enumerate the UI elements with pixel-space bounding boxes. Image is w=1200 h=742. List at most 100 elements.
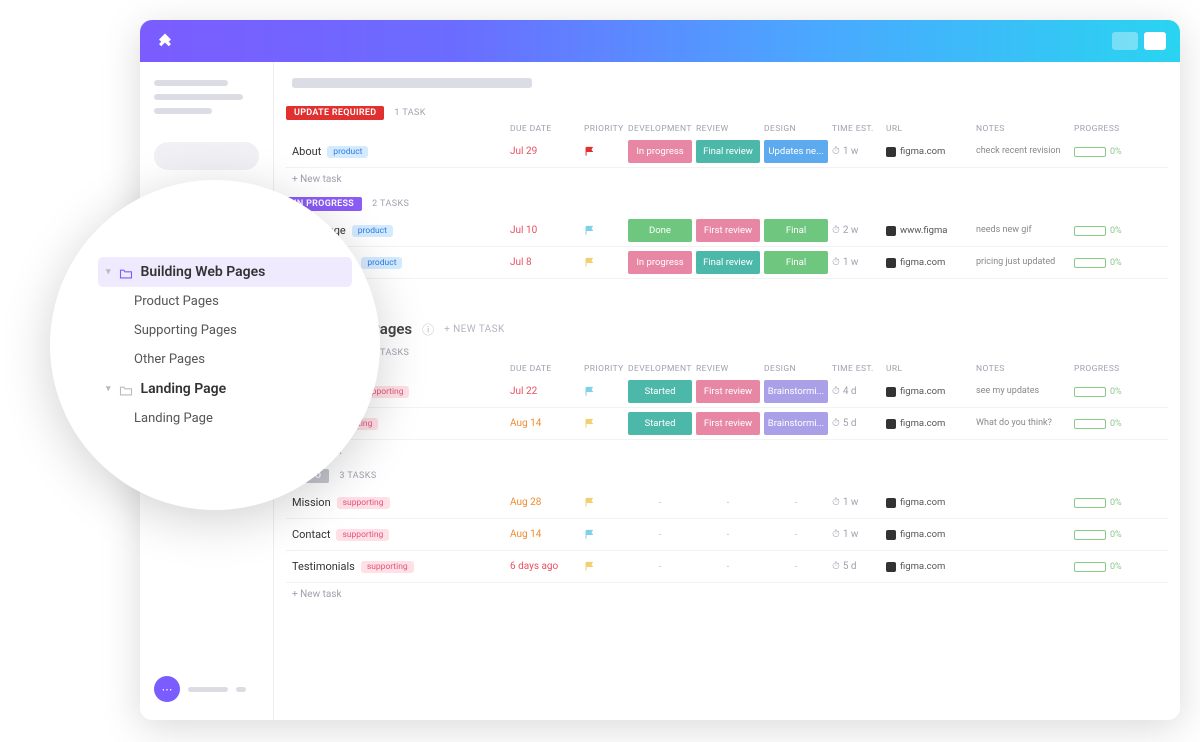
priority-flag-icon[interactable] (584, 257, 624, 268)
titlebar-control-2[interactable] (1144, 32, 1166, 50)
time-estimate[interactable]: ⏱1 w (832, 257, 882, 268)
sidebar-item[interactable]: Other Pages (98, 345, 352, 374)
design-stage[interactable]: Updates ne... (764, 140, 828, 163)
due-date[interactable]: Jul 10 (510, 225, 580, 236)
design-stage[interactable]: Final (764, 219, 828, 242)
design-stage[interactable]: - (764, 491, 828, 514)
url-cell[interactable]: figma.com (886, 561, 972, 572)
review-stage[interactable]: First review (696, 380, 760, 403)
design-stage[interactable]: Final (764, 251, 828, 274)
design-stage[interactable]: - (764, 555, 828, 578)
priority-flag-icon[interactable] (584, 529, 624, 540)
task-tag[interactable]: supporting (337, 497, 390, 509)
notes-cell[interactable]: What do you think? (976, 418, 1070, 429)
progress-cell[interactable]: 0% (1074, 562, 1124, 572)
progress-cell[interactable]: 0% (1074, 419, 1124, 429)
sidebar-item[interactable]: Product Pages (98, 287, 352, 316)
task-tag[interactable]: supporting (336, 529, 389, 541)
task-tag[interactable]: supporting (361, 561, 414, 573)
development-stage[interactable]: - (628, 491, 692, 514)
task-tag[interactable]: product (327, 146, 368, 158)
task-row[interactable]: Aboutproduct Jul 29 In progress Final re… (286, 136, 1168, 168)
progress-cell[interactable]: 0% (1074, 258, 1124, 268)
priority-flag-icon[interactable] (584, 225, 624, 236)
review-stage[interactable]: - (696, 491, 760, 514)
new-task-link[interactable]: + New task (286, 279, 1168, 302)
development-stage[interactable]: In progress (628, 140, 692, 163)
time-estimate[interactable]: ⏱1 w (832, 529, 882, 540)
status-pill[interactable]: UPDATE REQUIRED (286, 106, 384, 120)
development-stage[interactable]: - (628, 523, 692, 546)
due-date[interactable]: Aug 14 (510, 529, 580, 540)
new-task-link[interactable]: + New task (286, 168, 1168, 191)
review-stage[interactable]: - (696, 523, 760, 546)
development-stage[interactable]: - (628, 555, 692, 578)
url-cell[interactable]: figma.com (886, 146, 972, 157)
development-stage[interactable]: Done (628, 219, 692, 242)
task-tag[interactable]: product (352, 225, 393, 237)
url-cell[interactable]: figma.com (886, 497, 972, 508)
sidebar-folder[interactable]: ▾Landing Page (98, 374, 352, 404)
task-row[interactable]: Homepageproduct Jul 10 Done First review… (286, 215, 1168, 247)
url-cell[interactable]: www.figma (886, 225, 972, 236)
review-stage[interactable]: Final review (696, 251, 760, 274)
design-stage[interactable]: Brainstormi... (764, 380, 828, 403)
due-date[interactable]: Jul 22 (510, 386, 580, 397)
url-cell[interactable]: figma.com (886, 386, 972, 397)
chat-icon[interactable]: ⋯ (154, 676, 180, 702)
notes-cell[interactable]: see my updates (976, 386, 1070, 397)
design-stage[interactable]: Brainstormi... (764, 412, 828, 435)
progress-cell[interactable]: 0% (1074, 530, 1124, 540)
progress-cell[interactable]: 0% (1074, 387, 1124, 397)
new-task-link[interactable]: + New task (286, 440, 1168, 463)
progress-cell[interactable]: 0% (1074, 226, 1124, 236)
new-task-button[interactable]: + NEW TASK (444, 324, 504, 335)
due-date[interactable]: Aug 14 (510, 418, 580, 429)
due-date[interactable]: Aug 28 (510, 497, 580, 508)
sidebar-item[interactable]: Landing Page (98, 404, 352, 433)
progress-cell[interactable]: 0% (1074, 147, 1124, 157)
time-estimate[interactable]: ⏱4 d (832, 386, 882, 397)
url-cell[interactable]: figma.com (886, 418, 972, 429)
review-stage[interactable]: First review (696, 219, 760, 242)
task-tag[interactable]: product (361, 257, 402, 269)
task-row[interactable]: Core Valuessupporting Jul 22 Started Fir… (286, 376, 1168, 408)
review-stage[interactable]: Final review (696, 140, 760, 163)
priority-flag-icon[interactable] (584, 418, 624, 429)
task-row[interactable]: Teamsupporting Aug 14 Started First revi… (286, 408, 1168, 440)
progress-cell[interactable]: 0% (1074, 498, 1124, 508)
review-stage[interactable]: - (696, 555, 760, 578)
notes-cell[interactable]: check recent revision (976, 146, 1070, 157)
url-cell[interactable]: figma.com (886, 257, 972, 268)
development-stage[interactable]: Started (628, 412, 692, 435)
time-estimate[interactable]: ⏱5 d (832, 561, 882, 572)
info-icon[interactable]: ⓘ (422, 321, 434, 338)
notes-cell[interactable]: pricing just updated (976, 257, 1070, 268)
due-date[interactable]: Jul 29 (510, 146, 580, 157)
sidebar-folder[interactable]: ▾Building Web Pages (98, 257, 352, 287)
time-estimate[interactable]: ⏱5 d (832, 418, 882, 429)
task-row[interactable]: Testimonialssupporting 6 days ago - - - … (286, 551, 1168, 583)
priority-flag-icon[interactable] (584, 146, 624, 157)
due-date[interactable]: 6 days ago (510, 561, 580, 572)
development-stage[interactable]: In progress (628, 251, 692, 274)
development-stage[interactable]: Started (628, 380, 692, 403)
task-row[interactable]: Missionsupporting Aug 28 - - - ⏱1 w figm… (286, 487, 1168, 519)
search-input[interactable] (154, 142, 259, 170)
time-estimate[interactable]: ⏱1 w (832, 497, 882, 508)
new-task-link[interactable]: + New task (286, 583, 1168, 606)
due-date[interactable]: Jul 8 (510, 257, 580, 268)
priority-flag-icon[interactable] (584, 561, 624, 572)
task-row[interactable]: Contactsupporting Aug 14 - - - ⏱1 w figm… (286, 519, 1168, 551)
url-cell[interactable]: figma.com (886, 529, 972, 540)
priority-flag-icon[interactable] (584, 386, 624, 397)
titlebar-control-1[interactable] (1112, 32, 1138, 50)
task-row[interactable]: Pricing plansproduct Jul 8 In progress F… (286, 247, 1168, 279)
time-estimate[interactable]: ⏱1 w (832, 146, 882, 157)
sidebar-item[interactable]: Supporting Pages (98, 316, 352, 345)
notes-cell[interactable]: needs new gif (976, 225, 1070, 236)
design-stage[interactable]: - (764, 523, 828, 546)
priority-flag-icon[interactable] (584, 497, 624, 508)
time-estimate[interactable]: ⏱2 w (832, 225, 882, 236)
review-stage[interactable]: First review (696, 412, 760, 435)
